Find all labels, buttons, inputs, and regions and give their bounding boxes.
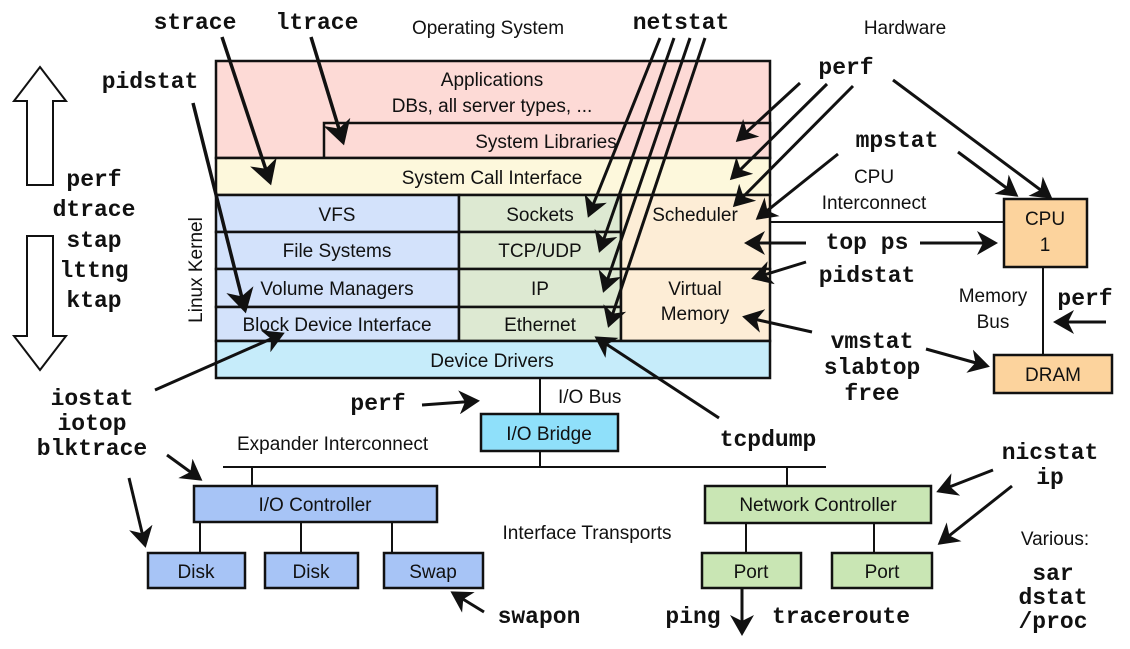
various-label: Various: xyxy=(1021,529,1089,550)
tool-top-ps: top ps xyxy=(826,230,909,256)
cpu-interconnect-label-1: CPU xyxy=(854,167,894,188)
cpu-label: CPU xyxy=(1025,209,1065,230)
arrow-blktrace-disk xyxy=(127,477,153,548)
tool-strace: strace xyxy=(154,10,237,36)
ethernet-label: Ethernet xyxy=(504,315,577,336)
disk1-label: Disk xyxy=(178,562,215,583)
arrow-ip-port xyxy=(937,484,1013,545)
arrow-perf-iobus xyxy=(421,390,480,415)
ip-label: IP xyxy=(531,279,549,300)
arrow-blktrace-ioctl xyxy=(166,453,203,481)
tool-ip: ip xyxy=(1036,465,1064,491)
syscall-label: System Call Interface xyxy=(402,168,583,189)
scheduler-label: Scheduler xyxy=(652,205,738,226)
tool-proc: /proc xyxy=(1018,609,1087,635)
swap-label: Swap xyxy=(409,562,457,583)
tool-swapon: swapon xyxy=(498,604,581,630)
tool-traceroute: traceroute xyxy=(772,604,910,630)
tool-iotop: iotop xyxy=(57,411,126,437)
tool-perf-tracer: perf xyxy=(66,167,121,193)
tool-stap: stap xyxy=(66,228,121,254)
memory-bus-label-2: Bus xyxy=(977,312,1010,333)
tool-netstat: netstat xyxy=(633,10,730,36)
tool-perf-iobus: perf xyxy=(350,391,405,417)
volume-managers-label: Volume Managers xyxy=(260,279,413,300)
filesystems-label: File Systems xyxy=(283,241,392,262)
tool-vmstat: vmstat xyxy=(831,329,914,355)
up-arrow-icon xyxy=(11,65,69,186)
tool-tcpdump: tcpdump xyxy=(720,427,817,453)
arrow-mpstat-cpu xyxy=(957,150,1019,197)
tool-ltrace: ltrace xyxy=(276,10,359,36)
applications-sub-label: DBs, all server types, ... xyxy=(392,96,593,117)
tool-iostat: iostat xyxy=(51,386,134,412)
tcp-udp-label: TCP/UDP xyxy=(498,241,581,262)
tool-lttng: lttng xyxy=(59,258,128,284)
cpu-number: 1 xyxy=(1040,235,1051,256)
sockets-label: Sockets xyxy=(506,205,574,226)
linux-observability-diagram: Operating System Hardware Linux Kernel A… xyxy=(11,10,1114,636)
virtual-label: Virtual xyxy=(668,279,722,300)
vfs-label: VFS xyxy=(319,205,356,226)
port1-label: Port xyxy=(734,562,770,583)
arrow-vmstat-dram xyxy=(925,347,990,373)
tool-slabtop: slabtop xyxy=(824,355,921,381)
io-bridge-label: I/O Bridge xyxy=(506,424,592,445)
system-libraries-label: System Libraries xyxy=(475,132,617,153)
tool-perf-top: perf xyxy=(818,55,873,81)
interface-transports-label: Interface Transports xyxy=(503,523,672,544)
arrow-swapon-swap xyxy=(450,591,485,614)
tool-sar: sar xyxy=(1032,561,1073,587)
memory-label: Memory xyxy=(661,304,730,325)
tool-blktrace: blktrace xyxy=(37,436,147,462)
port2-label: Port xyxy=(865,562,901,583)
network-controller-label: Network Controller xyxy=(739,495,897,516)
arrow-nicstat-nic xyxy=(936,468,994,496)
hardware-header: Hardware xyxy=(864,18,946,39)
tool-ping: ping xyxy=(665,604,720,630)
disk2-label: Disk xyxy=(293,562,330,583)
dram-label: DRAM xyxy=(1025,365,1081,386)
tool-dtrace: dtrace xyxy=(53,197,136,223)
tool-ktap: ktap xyxy=(66,288,121,314)
applications-label: Applications xyxy=(441,70,543,91)
io-bus-label: I/O Bus xyxy=(558,387,621,408)
memory-bus-label-1: Memory xyxy=(959,286,1028,307)
tool-mpstat: mpstat xyxy=(856,128,939,154)
tool-pidstat-right: pidstat xyxy=(819,263,916,289)
tool-perf-membus: perf xyxy=(1057,286,1112,312)
down-arrow-icon xyxy=(11,235,69,372)
tool-free: free xyxy=(844,381,899,407)
tool-dstat: dstat xyxy=(1018,585,1087,611)
io-controller-label: I/O Controller xyxy=(259,495,373,516)
block-device-label: Block Device Interface xyxy=(242,315,431,336)
linux-kernel-label: Linux Kernel xyxy=(186,217,207,323)
tool-pidstat-top: pidstat xyxy=(102,69,199,95)
device-drivers-label: Device Drivers xyxy=(430,351,554,372)
expander-label: Expander Interconnect xyxy=(237,434,429,455)
tool-nicstat: nicstat xyxy=(1002,440,1099,466)
os-header: Operating System xyxy=(412,18,564,39)
cpu-interconnect-label-2: Interconnect xyxy=(822,193,927,214)
